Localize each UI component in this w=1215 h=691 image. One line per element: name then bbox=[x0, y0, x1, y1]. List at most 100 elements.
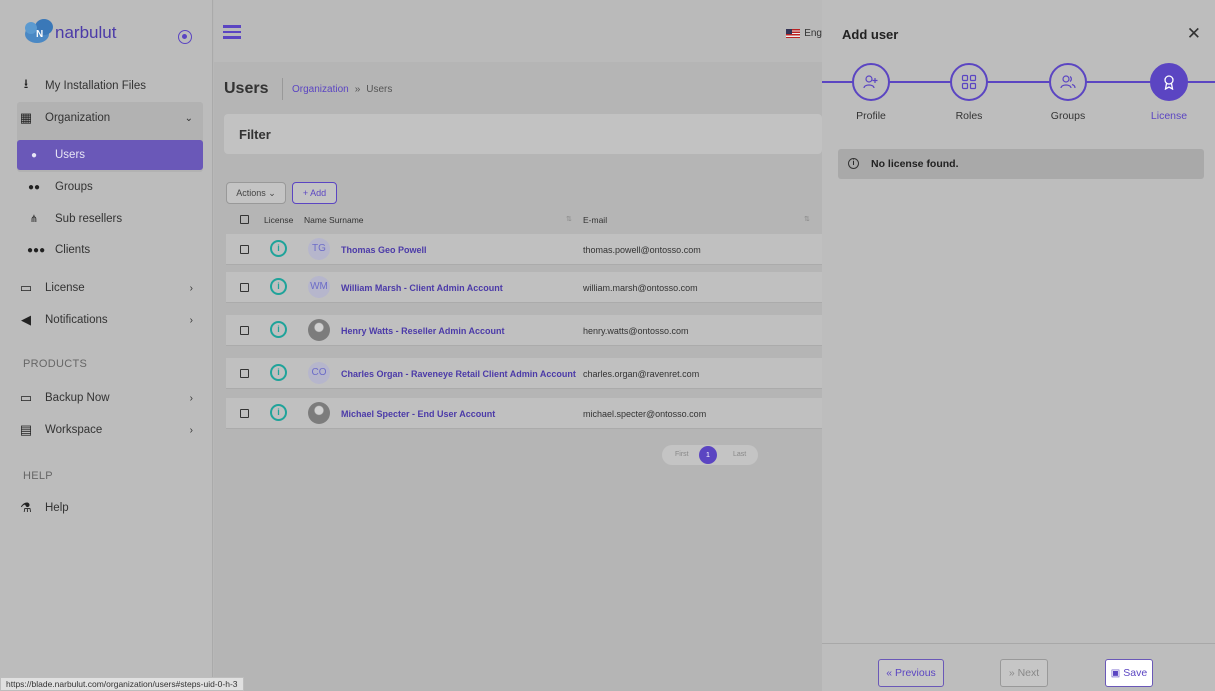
file-icon: ▤ bbox=[19, 422, 33, 437]
row-checkbox[interactable] bbox=[240, 369, 249, 378]
table-row[interactable]: i TG Thomas Geo Powell thomas.powell@ont… bbox=[226, 234, 822, 265]
license-info-icon[interactable]: i bbox=[270, 240, 287, 257]
add-user-drawer: Add user ✕ Profile Roles Groups License … bbox=[822, 0, 1215, 691]
info-icon: i bbox=[848, 158, 859, 169]
breadcrumb: Organization » Users bbox=[292, 84, 392, 95]
avatar bbox=[308, 319, 330, 341]
user-name-link[interactable]: William Marsh - Client Admin Account bbox=[341, 283, 503, 293]
breadcrumb-current: Users bbox=[366, 84, 393, 95]
user-name-link[interactable]: Michael Specter - End User Account bbox=[341, 409, 495, 419]
pager-last[interactable]: Last bbox=[733, 451, 746, 458]
table-row[interactable]: i WM William Marsh - Client Admin Accoun… bbox=[226, 272, 822, 303]
sidebar-item-label: Groups bbox=[55, 181, 93, 193]
svg-text:N: N bbox=[36, 29, 43, 40]
user-icon: ● bbox=[30, 149, 38, 161]
chevron-right-icon: › bbox=[189, 314, 193, 326]
next-button[interactable]: » Next bbox=[1000, 659, 1048, 687]
monitor-icon: ▭ bbox=[19, 390, 33, 405]
avatar: CO bbox=[308, 362, 330, 384]
hamburger-menu-icon[interactable] bbox=[223, 25, 241, 39]
sidebar-item-sub-resellers[interactable]: ⋔ Sub resellers bbox=[17, 204, 203, 234]
sidebar-item-help[interactable]: ⚗ Help bbox=[17, 493, 203, 523]
sidebar-item-label: Organization bbox=[45, 112, 111, 124]
sidebar-item-clients[interactable]: ●●● Clients bbox=[17, 235, 203, 265]
chevron-right-icon: › bbox=[189, 424, 193, 436]
sidebar-item-license[interactable]: ▭ License › bbox=[17, 273, 203, 303]
previous-button[interactable]: « Previous bbox=[878, 659, 944, 687]
language-selector[interactable]: Eng bbox=[786, 28, 822, 39]
sidebar-item-users[interactable]: ● Users bbox=[17, 140, 203, 170]
table-row[interactable]: i CO Charles Organ - Raveneye Retail Cli… bbox=[226, 358, 822, 389]
sort-icon[interactable]: ⇅ bbox=[804, 215, 810, 223]
sort-icon[interactable]: ⇅ bbox=[566, 215, 572, 223]
pager-page-1[interactable]: 1 bbox=[699, 446, 717, 464]
user-email: henry.watts@ontosso.com bbox=[583, 326, 689, 336]
drawer-title: Add user bbox=[842, 27, 899, 42]
add-button[interactable]: + Add bbox=[292, 182, 337, 204]
flask-icon: ⚗ bbox=[20, 500, 32, 515]
clients-icon: ●●● bbox=[27, 244, 46, 256]
sidebar-item-label: License bbox=[45, 282, 85, 294]
save-icon: ▣ bbox=[1110, 667, 1121, 679]
section-help: HELP bbox=[23, 470, 53, 482]
column-email[interactable]: E-mail bbox=[583, 215, 607, 225]
user-name-link[interactable]: Henry Watts - Reseller Admin Account bbox=[341, 326, 505, 336]
breadcrumb-organization[interactable]: Organization bbox=[292, 84, 349, 95]
row-checkbox[interactable] bbox=[240, 326, 249, 335]
filter-panel[interactable]: Filter bbox=[224, 114, 822, 154]
avatar: TG bbox=[308, 238, 330, 260]
drawer-footer: « Previous » Next ▣ Save bbox=[822, 643, 1215, 691]
sidebar-item-workspace[interactable]: ▤ Workspace › bbox=[17, 415, 203, 445]
sidebar-item-label: Backup Now bbox=[45, 392, 110, 404]
avatar bbox=[308, 402, 330, 424]
sidebar-item-groups[interactable]: ●● Groups bbox=[17, 172, 203, 202]
license-info-icon[interactable]: i bbox=[270, 364, 287, 381]
row-checkbox[interactable] bbox=[240, 409, 249, 418]
award-icon bbox=[1164, 75, 1174, 90]
sidebar-item-organization[interactable]: ▦ Organization ⌄ bbox=[17, 103, 203, 133]
sidebar-item-label: Sub resellers bbox=[55, 213, 123, 225]
user-name-link[interactable]: Charles Organ - Raveneye Retail Client A… bbox=[341, 369, 576, 379]
license-info-icon[interactable]: i bbox=[270, 278, 287, 295]
pager-first[interactable]: First bbox=[675, 451, 689, 458]
step-roles[interactable] bbox=[950, 63, 988, 101]
add-user-icon bbox=[863, 75, 878, 89]
sidebar-item-notifications[interactable]: ◀ Notifications › bbox=[17, 305, 203, 335]
step-profile[interactable] bbox=[852, 63, 890, 101]
table-row[interactable]: i Henry Watts - Reseller Admin Account h… bbox=[226, 315, 822, 346]
sitemap-icon: ⋔ bbox=[29, 213, 39, 225]
sidebar-item-label: Clients bbox=[55, 244, 91, 256]
brand-name: narbulut bbox=[55, 23, 117, 42]
sidebar-item-label: Help bbox=[45, 502, 69, 514]
actions-dropdown[interactable]: Actions ⌄ bbox=[226, 182, 286, 204]
save-button[interactable]: ▣ Save bbox=[1105, 659, 1153, 687]
chevron-down-icon: ⌄ bbox=[184, 112, 193, 124]
main-content: Users Organization » Users Filter Action… bbox=[214, 62, 822, 691]
brand-logo[interactable]: N narbulut bbox=[0, 0, 212, 62]
column-name[interactable]: Name Surname bbox=[304, 215, 364, 225]
table-row[interactable]: i Michael Specter - End User Account mic… bbox=[226, 398, 822, 429]
sidebar-toggle-icon[interactable] bbox=[178, 30, 192, 44]
user-name-link[interactable]: Thomas Geo Powell bbox=[341, 245, 427, 255]
group-icon bbox=[1060, 75, 1076, 89]
id-card-icon: ▭ bbox=[19, 280, 33, 295]
step-label-groups: Groups bbox=[1050, 110, 1086, 122]
top-bar: Eng bbox=[214, 0, 822, 62]
select-all-checkbox[interactable] bbox=[240, 215, 249, 224]
sidebar-item-label: Workspace bbox=[45, 424, 103, 436]
license-info-icon[interactable]: i bbox=[270, 404, 287, 421]
sidebar-item-label: My Installation Files bbox=[45, 80, 146, 92]
step-groups[interactable] bbox=[1049, 63, 1087, 101]
sidebar-item-installation-files[interactable]: ⭳ My Installation Files bbox=[17, 71, 203, 101]
step-label-license: License bbox=[1150, 110, 1188, 122]
sidebar-item-backup-now[interactable]: ▭ Backup Now › bbox=[17, 383, 203, 413]
row-checkbox[interactable] bbox=[240, 245, 249, 254]
user-email: charles.organ@ravenret.com bbox=[583, 369, 700, 379]
chevron-right-icon: › bbox=[189, 282, 193, 294]
us-flag-icon bbox=[786, 29, 801, 38]
close-icon[interactable]: ✕ bbox=[1187, 24, 1201, 44]
user-email: thomas.powell@ontosso.com bbox=[583, 245, 701, 255]
step-license[interactable] bbox=[1150, 63, 1188, 101]
license-info-icon[interactable]: i bbox=[270, 321, 287, 338]
row-checkbox[interactable] bbox=[240, 283, 249, 292]
